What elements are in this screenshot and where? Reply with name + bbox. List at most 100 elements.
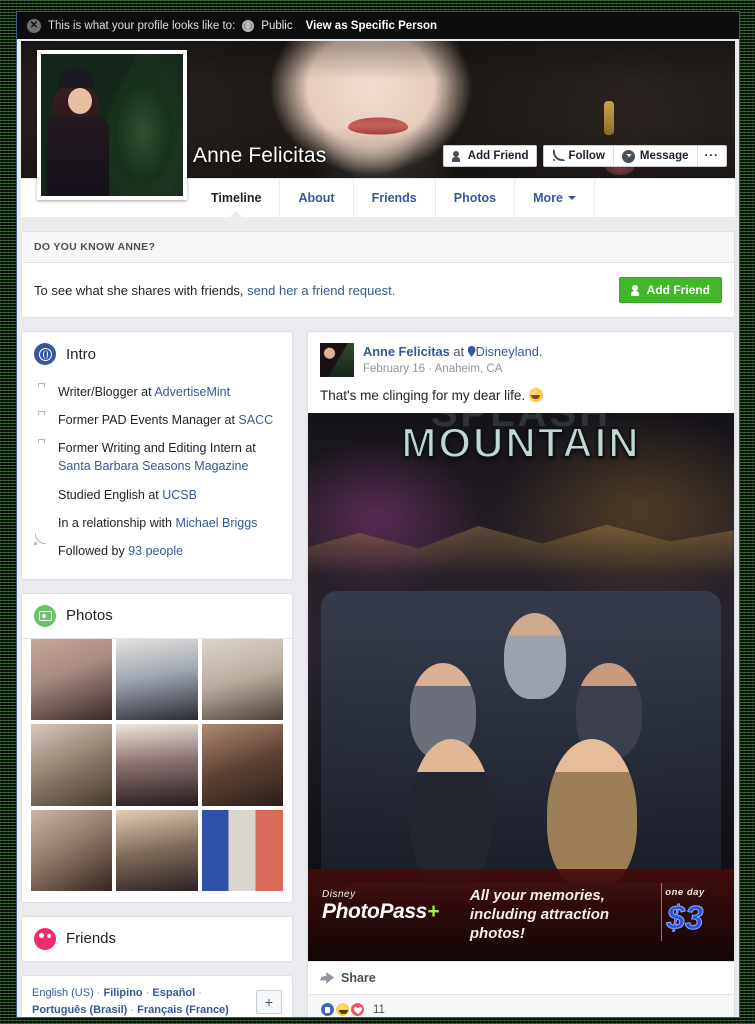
profile-picture-image bbox=[41, 54, 183, 196]
message-button[interactable]: Message bbox=[612, 146, 697, 166]
intro-row-text: Former Writing and Editing Intern at San… bbox=[58, 439, 280, 475]
audience-label: Public bbox=[261, 19, 293, 32]
photo-thumb-2[interactable] bbox=[116, 638, 198, 721]
photos-grid bbox=[22, 638, 292, 902]
photos-title: Photos bbox=[66, 607, 113, 625]
add-friend-card-label: Add Friend bbox=[646, 283, 710, 297]
intro-row-link[interactable]: Michael Briggs bbox=[175, 516, 257, 530]
photo-thumb-9[interactable] bbox=[201, 809, 283, 891]
tab-more-label: More bbox=[533, 191, 563, 205]
intro-row-link[interactable]: AdvertiseMint bbox=[154, 385, 230, 399]
do-you-know-heading: DO YOU KNOW ANNE? bbox=[22, 232, 734, 263]
follow-label: Follow bbox=[568, 150, 605, 162]
photo-thumb-5[interactable] bbox=[116, 724, 198, 806]
intro-row-prefix: In a relationship with bbox=[58, 515, 176, 530]
profile-page: Anne Felicitas Add Friend Follow Message… bbox=[17, 41, 739, 1017]
intro-row-link[interactable]: UCSB bbox=[162, 488, 197, 502]
view-as-specific-person-link[interactable]: View as Specific Person bbox=[306, 20, 437, 32]
avatar[interactable] bbox=[320, 343, 354, 377]
intro-row-link[interactable]: 93 people bbox=[128, 544, 183, 558]
disney-wordmark: Disney bbox=[322, 889, 356, 900]
intro-row-followers: Followed by 93 people bbox=[34, 537, 280, 565]
photopass-one-day-label: one day bbox=[665, 887, 705, 898]
tab-about[interactable]: About bbox=[280, 179, 354, 217]
post-author-link[interactable]: Anne Felicitas bbox=[363, 344, 450, 359]
intro-row-relationship: In a relationship with Michael Briggs bbox=[34, 509, 280, 537]
post-timestamp-row: February 16 · Anaheim, CA bbox=[363, 361, 722, 375]
photo-thumb-1[interactable] bbox=[31, 638, 113, 721]
post-date[interactable]: February 16 bbox=[363, 363, 425, 375]
content-columns: Intro Writer/Blogger at AdvertiseMint Fo… bbox=[21, 331, 735, 1017]
intro-row-education: Studied English at UCSB bbox=[34, 481, 280, 509]
post-byline: Anne Felicitas at Disneyland. bbox=[363, 344, 722, 361]
photo-badge-icon bbox=[34, 604, 56, 627]
rss-icon bbox=[34, 542, 48, 560]
rider-front-right bbox=[546, 739, 637, 889]
location-pin-icon bbox=[468, 346, 476, 357]
messenger-icon bbox=[621, 149, 635, 163]
photo-thumb-6[interactable] bbox=[201, 724, 283, 806]
lang-portugues[interactable]: Português (Brasil) bbox=[32, 1004, 127, 1016]
post-meta-separator: · bbox=[428, 362, 433, 375]
tab-friends[interactable]: Friends bbox=[354, 179, 436, 217]
follow-button[interactable]: Follow bbox=[544, 146, 612, 166]
lang-espanol[interactable]: Español bbox=[152, 987, 195, 999]
lang-english[interactable]: English (US) bbox=[32, 987, 94, 999]
language-card: English (US) · Filipino · Español · Port… bbox=[21, 974, 293, 1017]
photos-card-header: Photos bbox=[22, 594, 292, 639]
intro-row-text: In a relationship with Michael Briggs bbox=[58, 514, 257, 532]
intro-row-text: Former PAD Events Manager at SACC bbox=[58, 411, 273, 429]
add-language-button[interactable]: + bbox=[256, 989, 282, 1014]
intro-row-link[interactable]: Santa Barbara Seasons Magazine bbox=[58, 459, 248, 473]
add-friend-label: Add Friend bbox=[467, 150, 529, 162]
post-reactions[interactable]: 11 bbox=[308, 994, 734, 1017]
intro-row-prefix: Followed by bbox=[58, 543, 129, 558]
post-meta: Anne Felicitas at Disneyland. February 1… bbox=[363, 343, 722, 377]
post-header: Anne Felicitas at Disneyland. February 1… bbox=[308, 332, 734, 377]
intro-row-work-1: Writer/Blogger at AdvertiseMint bbox=[34, 378, 280, 406]
tab-more[interactable]: More bbox=[515, 179, 595, 217]
rss-icon bbox=[552, 148, 566, 162]
chevron-down-icon bbox=[567, 196, 576, 200]
add-friend-button[interactable]: Add Friend bbox=[442, 145, 538, 167]
add-friend-icon bbox=[451, 150, 463, 162]
globe-icon bbox=[242, 19, 255, 32]
tab-photos[interactable]: Photos bbox=[436, 179, 516, 217]
add-friend-button-card[interactable]: Add Friend bbox=[618, 277, 722, 303]
intro-row-text: Followed by 93 people bbox=[58, 542, 183, 560]
photos-card: Photos bbox=[21, 592, 293, 903]
friends-card-header: Friends bbox=[22, 917, 292, 961]
left-sidebar: Intro Writer/Blogger at AdvertiseMint Fo… bbox=[21, 331, 293, 1017]
photopass-name-text: PhotoPass bbox=[322, 900, 427, 923]
post-share-bar[interactable]: Share bbox=[308, 961, 734, 994]
browser-viewport: ✕ This is what your profile looks like t… bbox=[16, 11, 740, 1018]
add-friend-icon bbox=[630, 284, 642, 296]
photo-thumb-4[interactable] bbox=[31, 724, 113, 806]
photopass-plus: + bbox=[426, 900, 439, 923]
profile-picture[interactable] bbox=[37, 50, 187, 200]
do-you-know-prefix: To see what she shares with friends, bbox=[34, 282, 248, 298]
tab-timeline[interactable]: Timeline bbox=[193, 179, 281, 217]
post-photo[interactable]: SPLASH MOUNTAIN Disney PhotoPass+ All yo… bbox=[308, 413, 734, 961]
profile-action-buttons: Add Friend Follow Message ··· bbox=[442, 145, 727, 167]
photo-thumb-3[interactable] bbox=[201, 638, 283, 721]
intro-row-link[interactable]: SACC bbox=[238, 413, 273, 427]
lang-filipino[interactable]: Filipino bbox=[104, 987, 143, 999]
briefcase-icon bbox=[34, 411, 48, 429]
pfp-coat bbox=[46, 116, 109, 196]
post-text-body: That's me clinging for my dear life. bbox=[320, 388, 526, 403]
intro-row-work-3: Former Writing and Editing Intern at San… bbox=[34, 434, 280, 480]
post-place-link[interactable]: Disneyland. bbox=[476, 344, 543, 359]
photopass-logo: Disney PhotoPass+ bbox=[322, 889, 439, 924]
send-friend-request-link[interactable]: send her a friend request. bbox=[247, 283, 395, 298]
intro-card: Intro Writer/Blogger at AdvertiseMint Fo… bbox=[21, 331, 293, 580]
lang-francais[interactable]: Français (France) bbox=[137, 1004, 229, 1016]
cover-section: Anne Felicitas Add Friend Follow Message… bbox=[21, 41, 735, 217]
photopass-tagline: All your memories, including attraction … bbox=[469, 887, 610, 942]
more-options-button[interactable]: ··· bbox=[696, 146, 727, 166]
photopass-wordmark: PhotoPass+ bbox=[322, 900, 439, 924]
globe-badge-icon bbox=[34, 343, 56, 365]
close-icon[interactable]: ✕ bbox=[27, 18, 41, 33]
photo-thumb-7[interactable] bbox=[31, 809, 113, 891]
photo-thumb-8[interactable] bbox=[116, 809, 198, 891]
